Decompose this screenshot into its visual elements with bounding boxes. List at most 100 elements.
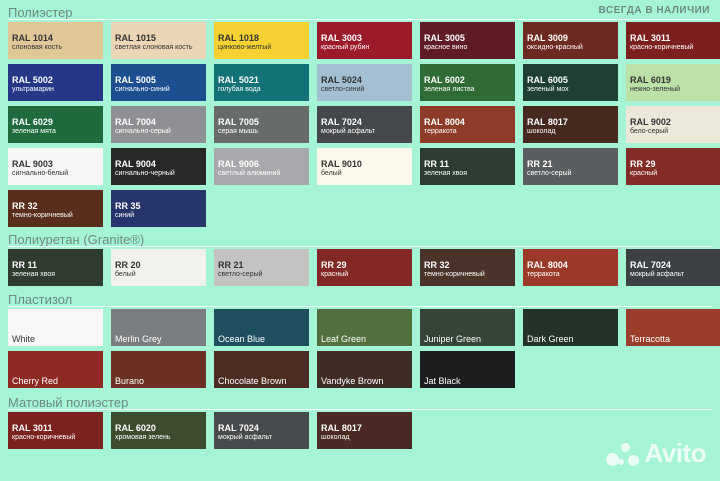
swatch-name: ультрамарин <box>12 86 54 93</box>
availability-caption: ВСЕГДА В НАЛИЧИИ <box>598 5 710 16</box>
swatch-code: RAL 7004 <box>115 117 156 127</box>
swatch-code: RAL 8017 <box>527 117 568 127</box>
swatch-name: серая мышь <box>218 128 259 135</box>
color-swatch: RAL 5005 сигнально-синий <box>111 64 206 101</box>
swatch-name: красно-коричневый <box>12 434 76 441</box>
color-swatch: RAL 8017 шоколад <box>523 106 618 143</box>
swatch-label: Jat Black <box>424 376 461 386</box>
avito-logo-icon <box>606 441 640 467</box>
color-swatch: RAL 6029 зеленая мята <box>8 106 103 143</box>
color-swatch: Vandyke Brown <box>317 351 412 388</box>
color-swatch: RAL 6020 хромовая зелень <box>111 412 206 449</box>
color-swatch: RAL 8017 шоколад <box>317 412 412 449</box>
swatch-code: RR 32 <box>12 201 38 211</box>
color-swatch: RR 11 зеленая хвоя <box>8 249 103 286</box>
swatch-name: светло-серый <box>218 271 263 278</box>
swatch-label: Leaf Green <box>321 334 367 344</box>
color-swatch: RAL 5024 светло-синий <box>317 64 412 101</box>
section-matte-polyester-title: Матовый полиэстер <box>8 395 129 410</box>
swatch-name: светлая слоновая кость <box>115 44 193 51</box>
swatch-code: RAL 7024 <box>630 260 671 270</box>
swatch-name: зеленая хвоя <box>424 170 468 177</box>
swatch-name: нежно-зеленый <box>630 86 681 93</box>
color-swatch: RAL 1014 слоновая кость <box>8 22 103 59</box>
color-swatch: RAL 8004 терракота <box>420 106 515 143</box>
swatch-code: RAL 5024 <box>321 75 362 85</box>
swatch-label: Cherry Red <box>12 376 59 386</box>
color-swatch: Chocolate Brown <box>214 351 309 388</box>
color-swatch: Dark Green <box>523 309 618 346</box>
color-swatch: RAL 9002 бело-серый <box>626 106 720 143</box>
swatch-name: мокрый асфальт <box>321 128 375 135</box>
swatch-code: RAL 5005 <box>115 75 156 85</box>
section-plastisol-title: Пластизол <box>8 292 73 307</box>
swatch-name: белый <box>115 271 136 278</box>
color-swatch: RAL 5002 ультрамарин <box>8 64 103 101</box>
swatch-name: мокрый асфальт <box>218 434 272 441</box>
swatch-code: RR 35 <box>115 201 141 211</box>
swatch-code: RAL 3003 <box>321 33 362 43</box>
swatch-code: RR 11 <box>424 159 450 169</box>
swatch-name: светлый алюминий <box>218 170 281 177</box>
color-swatch: RR 21 светло-серый <box>214 249 309 286</box>
color-swatch: RAL 9006 светлый алюминий <box>214 148 309 185</box>
swatch-name: белый <box>321 170 342 177</box>
color-swatch: White <box>8 309 103 346</box>
swatch-code: RAL 8004 <box>527 260 568 270</box>
swatch-name: слоновая кость <box>12 44 62 51</box>
swatch-code: RAL 1014 <box>12 33 53 43</box>
swatch-code: RAL 7005 <box>218 117 259 127</box>
swatch-label: Chocolate Brown <box>218 376 287 386</box>
color-swatch: RAL 3009 оксидно-красный <box>523 22 618 59</box>
swatch-label: Merlin Grey <box>115 334 162 344</box>
color-swatch: RAL 8004 терракота <box>523 249 618 286</box>
color-swatch: Merlin Grey <box>111 309 206 346</box>
swatch-code: RAL 6002 <box>424 75 465 85</box>
swatch-name: зеленый мох <box>527 86 569 93</box>
swatch-name: красно-коричневый <box>630 44 694 51</box>
swatch-name: темно-коричневый <box>12 212 73 219</box>
swatch-name: шоколад <box>527 128 556 135</box>
swatch-label: Terracotta <box>630 334 671 344</box>
swatch-name: бело-серый <box>630 128 669 135</box>
section-plastisol-grid: White Merlin Grey Ocean Blue Leaf Green Juni… <box>8 309 720 388</box>
color-swatch: RAL 9004 сигнально-черный <box>111 148 206 185</box>
color-swatch: RAL 3005 красное вино <box>420 22 515 59</box>
color-swatch: RAL 7024 мокрый асфальт <box>317 106 412 143</box>
swatch-name: цинково-желтый <box>218 44 272 51</box>
color-swatch: RAL 7024 мокрый асфальт <box>214 412 309 449</box>
color-swatch: RAL 7005 серая мышь <box>214 106 309 143</box>
color-swatch: RR 32 темно-коричневый <box>8 190 103 227</box>
avito-watermark: Avito <box>606 438 706 469</box>
swatch-code: RAL 5002 <box>12 75 53 85</box>
swatch-code: RR 21 <box>527 159 553 169</box>
swatch-code: RAL 6005 <box>527 75 568 85</box>
swatch-code: RAL 6029 <box>12 117 53 127</box>
section-polyester-grid: RAL 1014 слоновая кость RAL 1015 светлая сл… <box>8 22 720 227</box>
color-swatch: RAL 6019 нежно-зеленый <box>626 64 720 101</box>
color-swatch: RAL 7024 мокрый асфальт <box>626 249 720 286</box>
color-swatch: RR 20 белый <box>111 249 206 286</box>
swatch-code: RAL 1018 <box>218 33 259 43</box>
swatch-code: RAL 3009 <box>527 33 568 43</box>
swatch-label: Ocean Blue <box>218 334 266 344</box>
swatch-name: оксидно-красный <box>527 44 583 51</box>
color-swatch: Cherry Red <box>8 351 103 388</box>
section-polyurethane-grid: RR 11 зеленая хвоя RR 20 белый RR 21 светло-с… <box>8 249 720 286</box>
swatch-name: красное вино <box>424 44 468 51</box>
section-polyurethane-title: Полиуретан (Granite®) <box>8 232 145 247</box>
swatch-code: RAL 9010 <box>321 159 362 169</box>
swatch-label: Vandyke Brown <box>321 376 384 386</box>
swatch-name: красный <box>321 271 349 278</box>
swatch-name: синий <box>115 212 135 219</box>
color-swatch: Burano <box>111 351 206 388</box>
swatch-name: красный <box>630 170 658 177</box>
color-swatch: RAL 3011 красно-коричневый <box>626 22 720 59</box>
swatch-code: RAL 3005 <box>424 33 465 43</box>
section-polyurethane-rule <box>8 246 712 247</box>
swatch-name: терракота <box>527 271 560 278</box>
swatch-name: сигнально-синий <box>115 86 170 93</box>
swatch-code: RAL 9002 <box>630 117 671 127</box>
swatch-code: RAL 8017 <box>321 423 362 433</box>
swatch-name: зеленая листва <box>424 86 475 93</box>
